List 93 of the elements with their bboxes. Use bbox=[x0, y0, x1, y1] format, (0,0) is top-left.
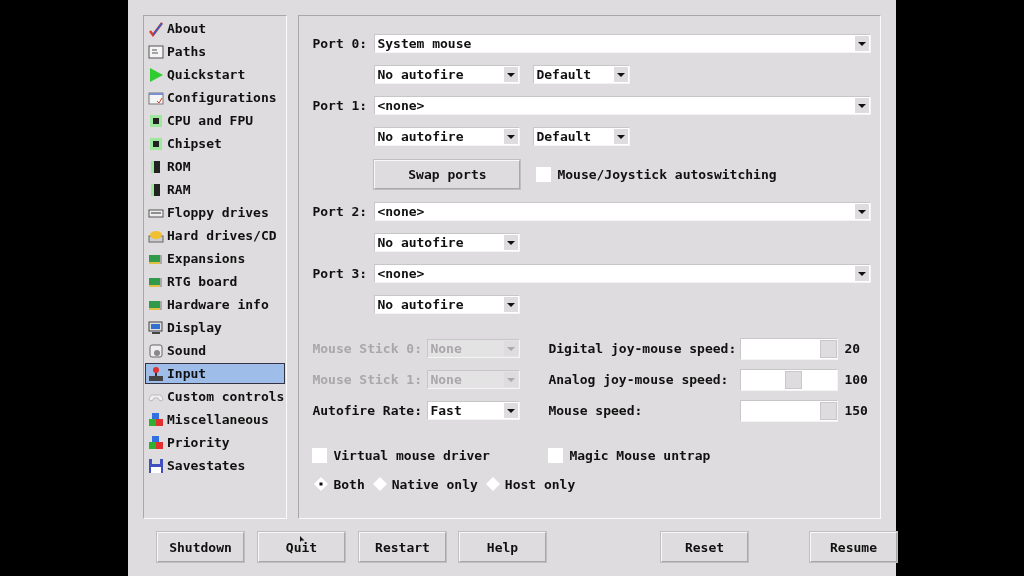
sidebar-item[interactable]: Miscellaneous bbox=[145, 409, 286, 430]
button[interactable]: Restart bbox=[359, 532, 446, 562]
dropdown[interactable]: <none> bbox=[374, 264, 872, 283]
sidebar-item[interactable]: Hardware info bbox=[145, 294, 286, 315]
caret-icon bbox=[855, 266, 870, 281]
sidebar-item[interactable]: Paths bbox=[145, 41, 286, 62]
caret-icon bbox=[504, 129, 519, 144]
checkbox-label: Magic Mouse untrap bbox=[569, 447, 711, 463]
sidebar-item[interactable]: Display bbox=[145, 317, 286, 338]
checkbox[interactable] bbox=[548, 447, 564, 463]
floppy-icon bbox=[148, 457, 164, 474]
dropdown[interactable]: Fast bbox=[427, 401, 521, 420]
sidebar-item[interactable]: Savestates bbox=[145, 455, 286, 476]
button[interactable]: Resume bbox=[810, 532, 897, 562]
play-icon bbox=[148, 66, 164, 83]
caret-icon bbox=[855, 98, 870, 113]
sidebar-item[interactable]: Custom controls bbox=[145, 386, 286, 407]
port-label: Port 2: bbox=[312, 204, 369, 219]
port-label: Port 1: bbox=[312, 98, 369, 113]
radio-button[interactable] bbox=[314, 477, 329, 491]
sidebar-item[interactable]: Priority bbox=[145, 432, 286, 453]
dropdown[interactable]: Default bbox=[533, 65, 631, 84]
sidebar-item[interactable]: Input bbox=[145, 363, 286, 384]
slider-value: 100 bbox=[844, 372, 868, 387]
caret-icon bbox=[504, 403, 519, 418]
caret-icon bbox=[855, 204, 870, 219]
dropdown[interactable]: No autofire bbox=[374, 65, 521, 84]
slider[interactable] bbox=[740, 399, 839, 422]
caret-icon bbox=[614, 129, 629, 144]
sidebar-item[interactable]: RTG board bbox=[145, 271, 286, 292]
caret-icon bbox=[504, 297, 519, 312]
chip-icon bbox=[148, 112, 164, 129]
slider-thumb[interactable] bbox=[784, 370, 802, 389]
slider[interactable] bbox=[740, 337, 839, 360]
setting-label: Autofire Rate: bbox=[312, 403, 423, 418]
dropdown[interactable]: No autofire bbox=[374, 295, 521, 314]
slider-label: Digital joy-mouse speed: bbox=[548, 341, 738, 356]
radio-label: Native only bbox=[391, 476, 478, 492]
button[interactable]: Quit bbox=[258, 532, 345, 562]
checkbox-label: Mouse/Joystick autoswitching bbox=[557, 166, 777, 182]
radio-label: Host only bbox=[504, 476, 576, 492]
checkbox[interactable] bbox=[536, 166, 552, 182]
sidebar-item[interactable]: Quickstart bbox=[145, 64, 286, 85]
slider[interactable] bbox=[740, 368, 839, 391]
caret-icon bbox=[614, 67, 629, 82]
sidebar-item[interactable]: ROM bbox=[145, 156, 286, 177]
button[interactable]: Shutdown bbox=[157, 532, 244, 562]
caret-icon bbox=[504, 372, 519, 387]
sidebar-item[interactable]: Floppy drives bbox=[145, 202, 286, 223]
slider-thumb[interactable] bbox=[820, 401, 838, 420]
sidebar-item[interactable]: About bbox=[145, 18, 286, 39]
sidebar-item[interactable]: Chipset bbox=[145, 133, 286, 154]
dropdown[interactable]: <none> bbox=[374, 202, 872, 221]
monitor-icon bbox=[148, 319, 164, 336]
radio-label: Both bbox=[333, 476, 365, 492]
slider-label: Analog joy-mouse speed: bbox=[548, 372, 730, 387]
sidebar-item[interactable]: Hard drives/CD bbox=[145, 225, 286, 246]
slider-value: 20 bbox=[844, 341, 861, 356]
port-label: Port 3: bbox=[312, 266, 369, 281]
check-icon bbox=[148, 20, 164, 37]
window-icon bbox=[148, 89, 164, 106]
sidebar-item[interactable]: Configurations bbox=[145, 87, 286, 108]
caret-icon bbox=[504, 341, 519, 356]
cursor-icon bbox=[300, 536, 305, 543]
checkbox[interactable] bbox=[312, 447, 328, 463]
caret-icon bbox=[855, 36, 870, 51]
cubes-icon bbox=[148, 434, 164, 451]
slider-label: Mouse speed: bbox=[548, 403, 644, 418]
button[interactable]: Reset bbox=[661, 532, 748, 562]
chip-icon bbox=[148, 135, 164, 152]
cubes-icon bbox=[148, 411, 164, 428]
slider-thumb[interactable] bbox=[820, 339, 838, 358]
slider-value: 150 bbox=[844, 403, 868, 418]
joystick-icon bbox=[148, 365, 164, 382]
dropdown[interactable]: <none> bbox=[374, 96, 872, 115]
button[interactable]: Help bbox=[459, 532, 546, 562]
swap-ports-button[interactable]: Swap ports bbox=[374, 159, 521, 189]
dropdown[interactable]: No autofire bbox=[374, 233, 521, 252]
checkbox-label: Virtual mouse driver bbox=[333, 447, 490, 463]
dropdown[interactable]: No autofire bbox=[374, 127, 521, 146]
dropdown[interactable]: Default bbox=[533, 127, 631, 146]
port-label: Port 0: bbox=[312, 36, 369, 51]
sidebar-item[interactable]: Expansions bbox=[145, 248, 286, 269]
sidebar-item[interactable]: RAM bbox=[145, 179, 286, 200]
radio-button[interactable] bbox=[485, 477, 500, 491]
dropdown[interactable]: System mouse bbox=[374, 34, 872, 53]
radio-button[interactable] bbox=[372, 477, 387, 491]
sidebar-item[interactable]: Sound bbox=[145, 340, 286, 361]
speaker-icon bbox=[148, 342, 164, 359]
caret-icon bbox=[504, 67, 519, 82]
caret-icon bbox=[504, 235, 519, 250]
window-icon bbox=[148, 43, 164, 60]
sidebar-item[interactable]: CPU and FPU bbox=[145, 110, 286, 131]
